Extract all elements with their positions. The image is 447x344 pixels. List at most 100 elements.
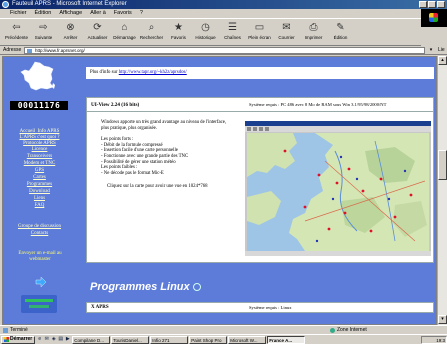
window-controls — [419, 1, 445, 8]
quick-launch-icon[interactable]: ◈ — [50, 336, 57, 343]
zone-text: Zone Internet — [337, 327, 367, 333]
toolbar-button-historique[interactable]: ◷ Historique — [192, 19, 219, 45]
address-input[interactable]: http://www.fr.aprsnet.org/ — [24, 47, 425, 54]
sidebar-nav-link[interactable]: FAQ — [35, 203, 45, 208]
more-info-link[interactable]: http://www.tapr.org/~kh2z/aprsdos/ — [119, 70, 187, 75]
back-arrow-icon: ⇦ — [12, 22, 21, 33]
toolbar-button-pr-c-dente[interactable]: ⇦ Précédente — [3, 19, 30, 45]
arrow-icon[interactable] — [35, 277, 47, 287]
menu-bar: Fichier Édition Affichage Aller à Favori… — [0, 9, 447, 27]
favorites-icon: ★ — [174, 22, 183, 33]
quick-launch-icon[interactable]: ▤ — [57, 336, 64, 343]
sidebar-nav-link[interactable]: Contacts — [31, 231, 49, 236]
toolbar-button-d-marrage[interactable]: ⌂ Démarrage — [111, 19, 138, 45]
page-sidebar: 00011176 Accueil Info APRS L'APRS c'est q… — [3, 57, 76, 324]
menu-edition[interactable]: Édition — [35, 9, 52, 18]
toolbar-button-arr-ter[interactable]: ⊗ Arrêter — [57, 19, 84, 45]
taskbar-task-button[interactable]: France A... — [267, 335, 306, 344]
scroll-thumb[interactable] — [438, 150, 447, 180]
toolbar-button-label: Imprimer — [304, 35, 323, 40]
sidebar-nav-link[interactable]: Info APRS — [38, 129, 60, 134]
xaprs-title: X APRS — [91, 305, 109, 310]
toolbar-button-actualiser[interactable]: ⟳ Actualiser — [84, 19, 111, 45]
quick-launch-icon[interactable]: ✉ — [43, 336, 50, 343]
sidebar-nav-item: Contacts — [3, 231, 76, 237]
toolbar-button-label: Favoris — [171, 35, 186, 40]
toolbar-button-imprimer[interactable]: ⎙ Imprimer — [300, 19, 327, 45]
uiview-map-screenshot[interactable] — [245, 121, 431, 256]
sidebar-nav-link[interactable]: L'APRS c'est quoi ? — [20, 135, 60, 140]
sidebar-nav-link[interactable]: Programmes — [27, 182, 52, 187]
sidebar-nav-link[interactable]: GPS — [35, 168, 44, 173]
page-done-icon — [3, 328, 8, 333]
uiview-intro: Windows apporte un très grand avantage a… — [101, 120, 227, 131]
vertical-scrollbar[interactable]: ▴ ▾ — [437, 56, 447, 325]
menu-affichage[interactable]: Affichage — [59, 9, 82, 18]
page-icon — [27, 49, 32, 53]
menu-help[interactable]: ? — [140, 9, 143, 18]
sidebar-nav-link[interactable]: Modem et TNC — [24, 161, 56, 166]
uiview-description: Windows apporte un très grand avantage a… — [101, 120, 231, 196]
sidebar-nav-item: Cartes — [3, 175, 76, 181]
sidebar-nav-link[interactable]: Liens — [34, 196, 45, 201]
menu-fichier[interactable]: Fichier — [10, 9, 27, 18]
sidebar-nav-link[interactable]: Groupe de discussion — [18, 224, 61, 229]
taskbar: Démarrer e ✉ ◈ ▤ ▶ Compilane D... TourisDanie… — [0, 334, 447, 344]
scroll-down-icon[interactable]: ▾ — [438, 315, 447, 324]
sidebar-nav-item: Transceivers — [3, 154, 76, 160]
quick-launch-icon[interactable]: e — [36, 336, 43, 343]
quick-launch: e ✉ ◈ ▤ ▶ — [36, 336, 71, 343]
channels-icon: ☰ — [228, 22, 237, 33]
windows-logo-icon — [4, 337, 9, 342]
title-bar[interactable]: Fauteuil APRS - Microsoft Internet Explo… — [0, 0, 447, 9]
menu-favoris[interactable]: Favoris — [114, 9, 132, 18]
toolbar-button-suivante[interactable]: ⇨ Suivante — [30, 19, 57, 45]
toolbar-button-cha-nes[interactable]: ☰ Chaînes — [219, 19, 246, 45]
features-list: - Débit de la formule compressé - Inserti… — [101, 143, 231, 165]
toolbar: ⇦ Précédente ⇨ Suivante ⊗ Arrêter ⟳ Actualiser ⌂… — [0, 18, 421, 46]
uiview-header: UI-View 2.24 (16 bits) Système requis : … — [86, 97, 434, 112]
sidebar-nav-item: FAQ — [3, 203, 76, 209]
scroll-up-icon[interactable]: ▴ — [438, 56, 447, 65]
sidebar-nav-link[interactable]: Download — [29, 189, 50, 194]
chevron-down-icon[interactable]: ▾ — [427, 47, 435, 54]
toolbar-button-favoris[interactable]: ★ Favoris — [165, 19, 192, 45]
taskbar-task-button[interactable]: Compilane D... — [72, 335, 111, 344]
browser-window: Fauteuil APRS - Microsoft Internet Explo… — [0, 0, 447, 344]
sidebar-nav-link[interactable]: Protocole APRS — [23, 141, 56, 146]
start-button[interactable]: Démarrer — [1, 335, 36, 344]
sidebar-nav-item: GPS — [3, 168, 76, 174]
sidebar-nav-link[interactable]: Transceivers — [27, 154, 52, 159]
edit-icon: ✎ — [336, 22, 345, 33]
uiview-title: UI-View 2.24 (16 bits) — [91, 102, 140, 108]
taskbar-task-button[interactable]: TourisDaniel... — [111, 335, 150, 344]
taskbar-task-button[interactable]: Infio 271 — [150, 335, 189, 344]
sidebar-nav-item: Liens — [3, 196, 76, 202]
sidebar-nav-link[interactable]: Cartes — [33, 175, 46, 180]
linux-section-title: Programmes Linux — [90, 281, 190, 293]
maximize-button[interactable] — [428, 1, 436, 8]
history-icon: ◷ — [201, 22, 210, 33]
toolbar-button-label: Rechercher — [139, 35, 164, 40]
menu-aller[interactable]: Aller à — [90, 9, 106, 18]
close-button[interactable] — [437, 1, 445, 8]
toolbar-button-label: Arrêter — [63, 35, 78, 40]
page-main: Plus d'info sur http://www.tapr.org/~kh2… — [76, 57, 436, 324]
xaprs-requirements: Système requis : Linux — [249, 305, 292, 310]
sidebar-nav-link[interactable]: Licence — [32, 147, 48, 152]
email-webmaster-link[interactable]: Envoyer un e-mail au webmaster — [7, 251, 73, 263]
toolbar-button-plein-cran[interactable]: ▭ Plein écran — [246, 19, 273, 45]
toolbar-button-rechercher[interactable]: ⌕ Rechercher — [138, 19, 165, 45]
toolbar-button--dition[interactable]: ✎ Édition — [327, 19, 354, 45]
toolbar-button-courrier[interactable]: ✉ Courrier — [273, 19, 300, 45]
linux-section-icon — [193, 283, 201, 291]
sidebar-nav-link[interactable]: Accueil — [20, 129, 36, 134]
refresh-icon: ⟳ — [93, 22, 102, 33]
taskbar-task-button[interactable]: Paint Shop Pro — [189, 335, 228, 344]
address-label: Adresse — [3, 47, 22, 53]
uiview-requirements: Système requis : PC 486 avec 8 Mo de RAM… — [249, 102, 387, 107]
quick-launch-icon[interactable]: ▶ — [64, 336, 71, 343]
links-label[interactable]: Lie — [438, 46, 445, 55]
minimize-button[interactable] — [419, 1, 427, 8]
taskbar-task-button[interactable]: Microsoft W... — [228, 335, 267, 344]
